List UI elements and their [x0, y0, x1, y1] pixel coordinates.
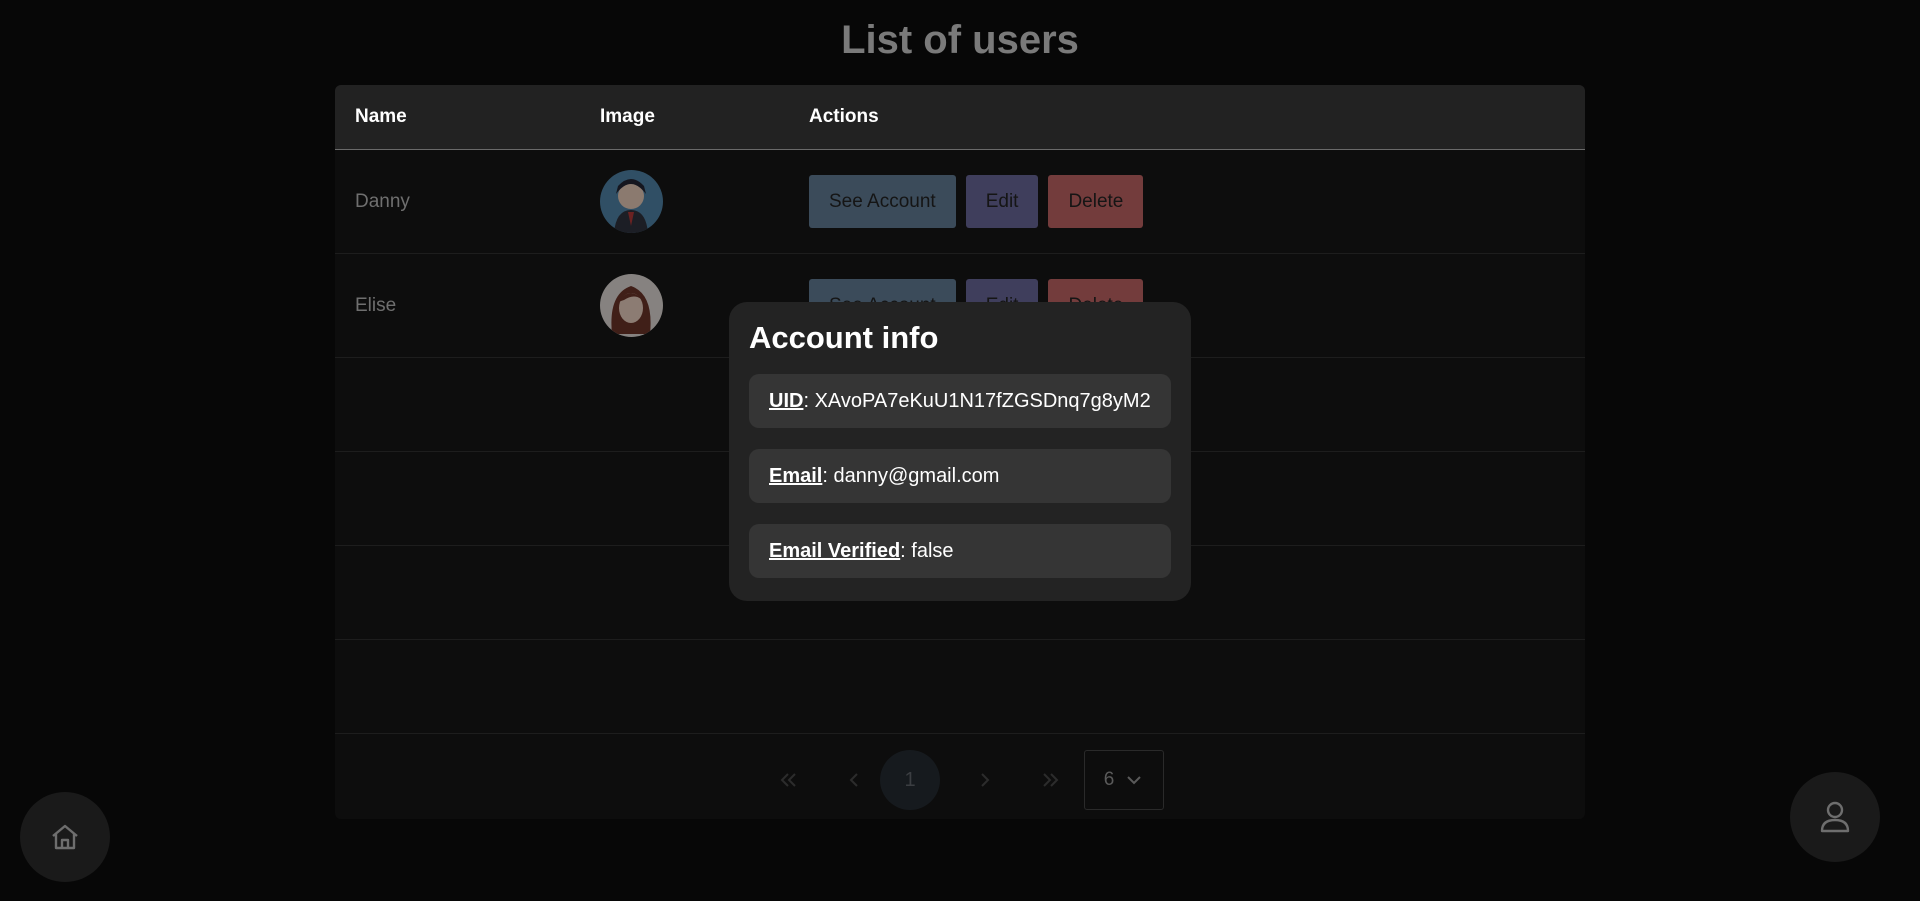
page-size-value: 6: [1103, 769, 1115, 790]
user-icon: [1820, 801, 1850, 833]
header-image: Image: [600, 106, 655, 127]
uid-field: UID: XAvoPA7eKuU1N17fZGSDnq7g8yM2: [749, 374, 1171, 428]
email-separator: :: [822, 464, 834, 487]
prev-page-button[interactable]: [824, 750, 884, 810]
last-page-button[interactable]: [1021, 750, 1081, 810]
row-actions: See Account Edit Delete: [809, 175, 1144, 228]
uid-separator: :: [803, 389, 815, 412]
next-page-button[interactable]: [955, 750, 1015, 810]
empty-row: [335, 640, 1585, 734]
uid-value: XAvoPA7eKuU1N17fZGSDnq7g8yM2: [814, 389, 1151, 412]
avatar-danny-icon: [600, 170, 663, 233]
home-icon: [52, 824, 78, 850]
double-chevron-left-icon: [780, 773, 796, 787]
email-verified-value: false: [911, 539, 954, 562]
header-actions: Actions: [809, 106, 879, 127]
home-button[interactable]: [20, 792, 110, 882]
see-account-button[interactable]: See Account: [809, 175, 956, 228]
chevron-down-icon: [1127, 776, 1141, 785]
page-size-select[interactable]: 6: [1084, 750, 1164, 810]
email-field: Email: danny@gmail.com: [749, 449, 1171, 503]
account-info-modal: Account info UID: XAvoPA7eKuU1N17fZGSDnq…: [729, 302, 1191, 601]
email-verified-field: Email Verified: false: [749, 524, 1171, 578]
edit-button[interactable]: Edit: [965, 175, 1039, 228]
avatar: [600, 274, 663, 337]
chevron-left-icon: [849, 773, 858, 787]
email-verified-label: Email Verified: [769, 539, 901, 562]
user-name: Elise: [355, 295, 397, 316]
page-title: List of users: [841, 18, 1079, 62]
email-value: danny@gmail.com: [833, 464, 1000, 487]
page: List of users Name Image Actions Danny S…: [0, 0, 1920, 901]
pagination: 1 6: [335, 735, 1585, 819]
email-label: Email: [769, 464, 823, 487]
double-chevron-right-icon: [1043, 773, 1059, 787]
page-button-current[interactable]: 1: [880, 750, 940, 810]
table-row: Danny See Account Edit Delete: [335, 150, 1585, 254]
header-name: Name: [355, 106, 407, 127]
uid-label: UID: [769, 389, 804, 412]
email-verified-separator: :: [900, 539, 912, 562]
chevron-right-icon: [981, 773, 990, 787]
avatar: [600, 170, 663, 233]
user-name: Danny: [355, 191, 410, 212]
user-account-button[interactable]: [1790, 772, 1880, 862]
delete-button[interactable]: Delete: [1048, 175, 1144, 228]
modal-title: Account info: [749, 320, 939, 355]
first-page-button[interactable]: [758, 750, 818, 810]
avatar-elise-icon: [600, 274, 663, 337]
table-header: Name Image Actions: [335, 85, 1585, 150]
